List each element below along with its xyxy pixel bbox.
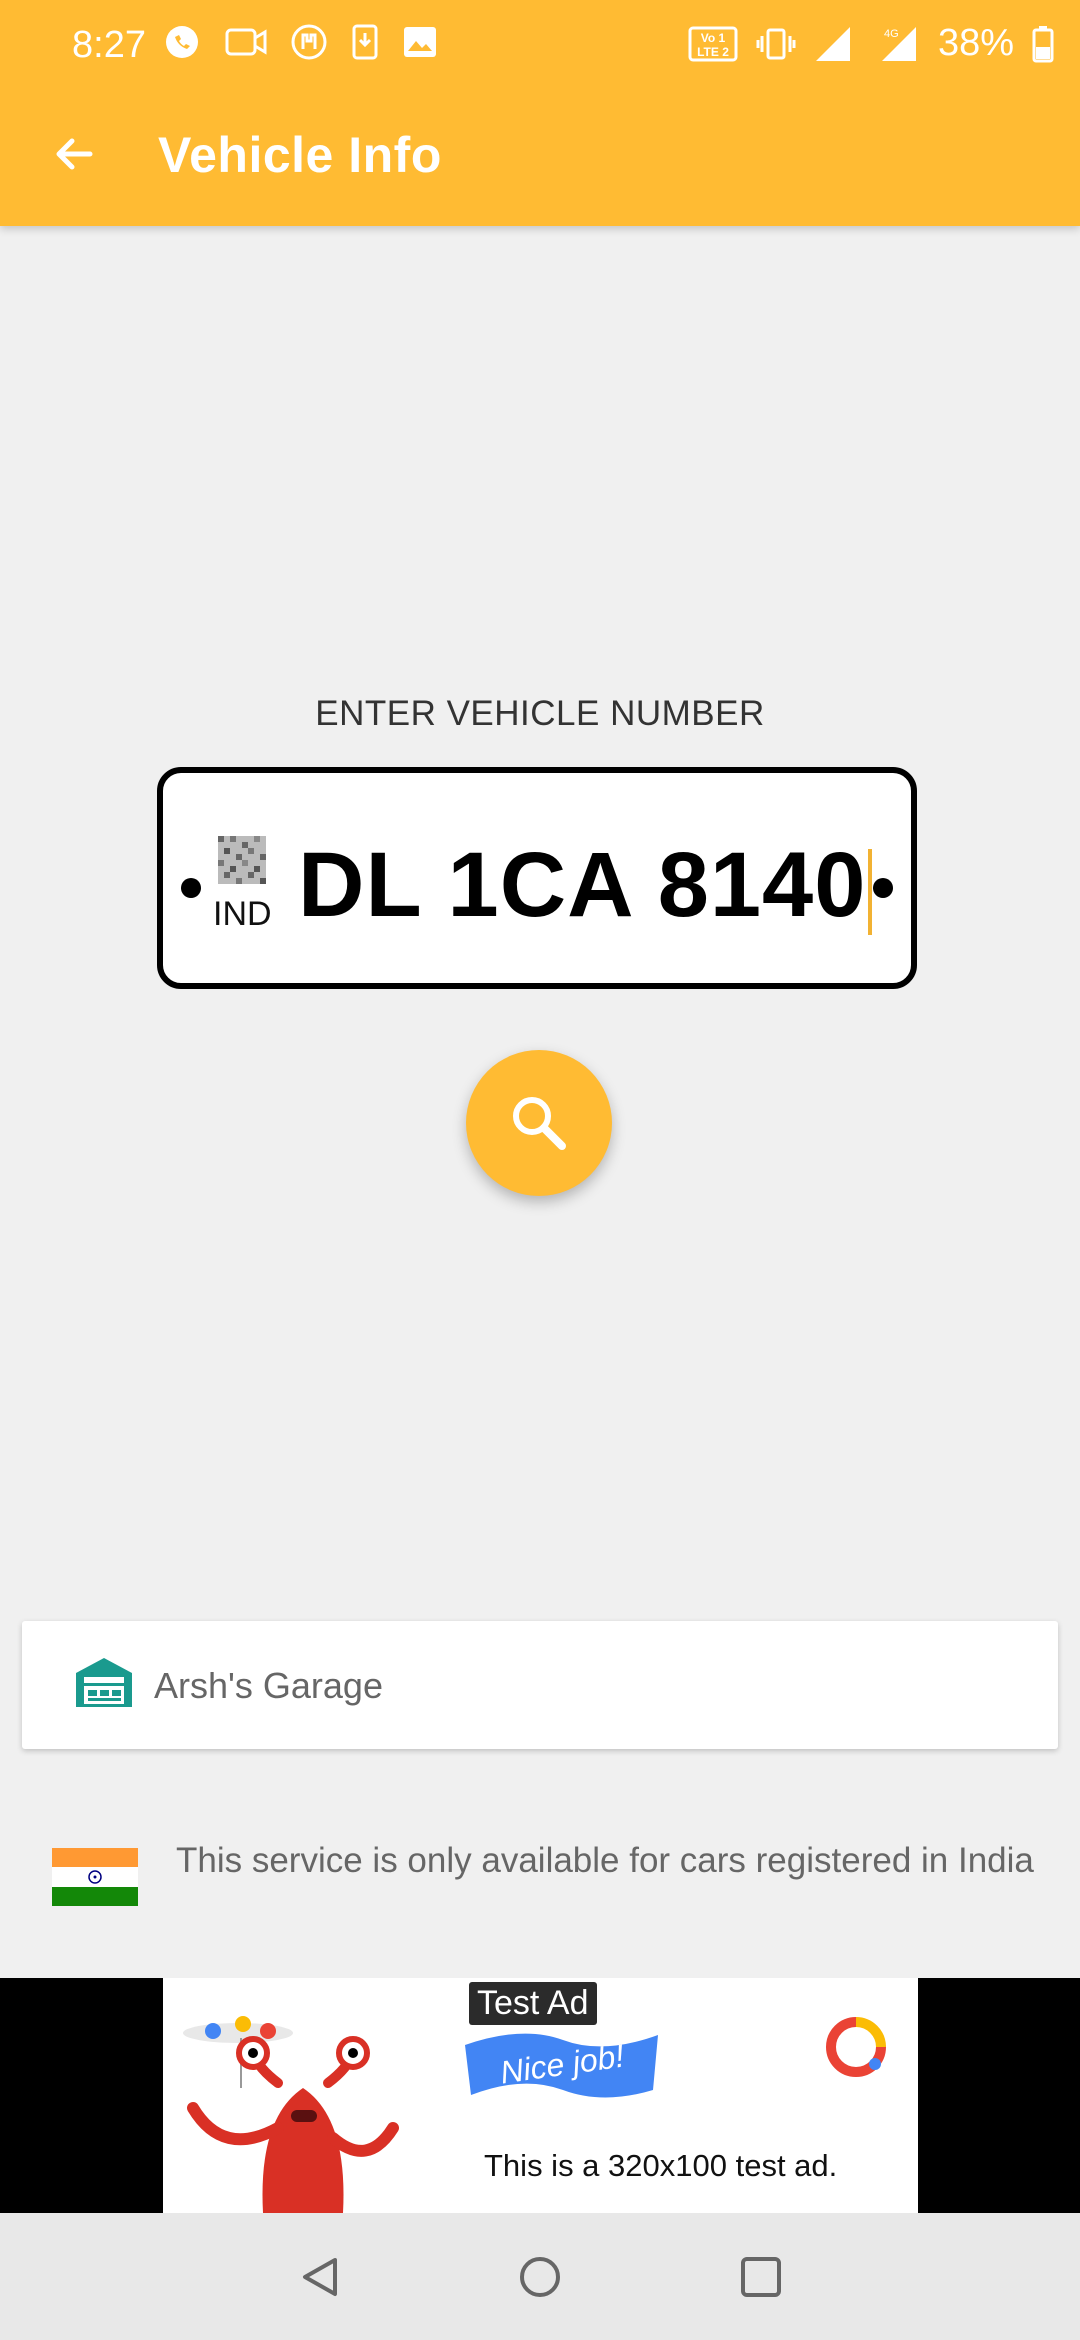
battery-percent: 38%	[937, 22, 1014, 64]
gallery-icon	[402, 25, 438, 59]
notification-icons	[162, 22, 438, 62]
search-icon	[513, 1097, 566, 1150]
text-cursor	[868, 848, 873, 935]
signal-icon	[814, 25, 852, 63]
nav-recents-button[interactable]	[733, 2249, 789, 2305]
system-icons: Vo 1 LTE 2 4G 38%	[688, 22, 1054, 65]
plate-rivet	[873, 878, 893, 898]
nav-back-button[interactable]	[292, 2249, 348, 2305]
page-title: Vehicle Info	[158, 127, 442, 183]
svg-text:LTE 2: LTE 2	[697, 45, 729, 59]
ad-banner[interactable]: Nice job! Test Ad This is a 320x100 test…	[163, 1978, 918, 2213]
status-time: 8:27	[72, 24, 146, 66]
plate-rivet	[181, 878, 201, 898]
volte-icon: Vo 1 LTE 2	[688, 26, 738, 62]
app-header: 8:27 Vo 1 LTE 2 4G 38% Vehicle Info	[0, 0, 1080, 226]
admob-logo-icon	[823, 2014, 889, 2085]
nav-back-icon	[303, 2258, 337, 2296]
svg-text:Vo 1: Vo 1	[701, 31, 726, 45]
signal-4g-icon: 4G	[870, 25, 920, 63]
back-button[interactable]	[44, 124, 104, 184]
arrow-back-icon	[56, 138, 93, 170]
india-flag-icon	[52, 1848, 138, 1906]
plate-number-value: DL 1CA 8140	[298, 833, 873, 938]
nav-recents-icon	[741, 2257, 781, 2297]
vehicle-number-input[interactable]: IND DL 1CA 8140	[157, 767, 917, 989]
garage-link[interactable]: Arsh's Garage	[22, 1621, 1058, 1749]
whatsapp-icon	[162, 22, 202, 62]
garage-label: Arsh's Garage	[154, 1665, 383, 1706]
plate-number-text: DL 1CA 8140	[298, 834, 867, 936]
video-call-icon	[224, 24, 268, 60]
battery-icon	[1032, 25, 1054, 63]
vehicle-number-label: ENTER VEHICLE NUMBER	[315, 694, 765, 733]
ad-text: This is a 320x100 test ad.	[484, 2148, 838, 2183]
system-nav-bar	[0, 2213, 1080, 2340]
monster-mascot-icon	[183, 1998, 463, 2213]
nav-home-icon	[520, 2257, 560, 2297]
download-icon	[350, 23, 380, 61]
nav-home-button[interactable]	[512, 2249, 568, 2305]
notice-text: This service is only available for cars …	[176, 1841, 1034, 1880]
qr-code-icon	[218, 836, 266, 884]
vibrate-icon	[756, 26, 796, 62]
ad-badge: Nice job!	[463, 2020, 663, 2105]
search-button[interactable]	[466, 1050, 612, 1196]
test-ad-tag: Test Ad	[469, 1982, 597, 2025]
svg-text:4G: 4G	[884, 28, 899, 40]
app-icon	[290, 23, 328, 61]
plate-country-code: IND	[213, 895, 272, 933]
garage-icon	[74, 1655, 134, 1714]
status-bar: 8:27 Vo 1 LTE 2 4G 38%	[0, 0, 1080, 92]
